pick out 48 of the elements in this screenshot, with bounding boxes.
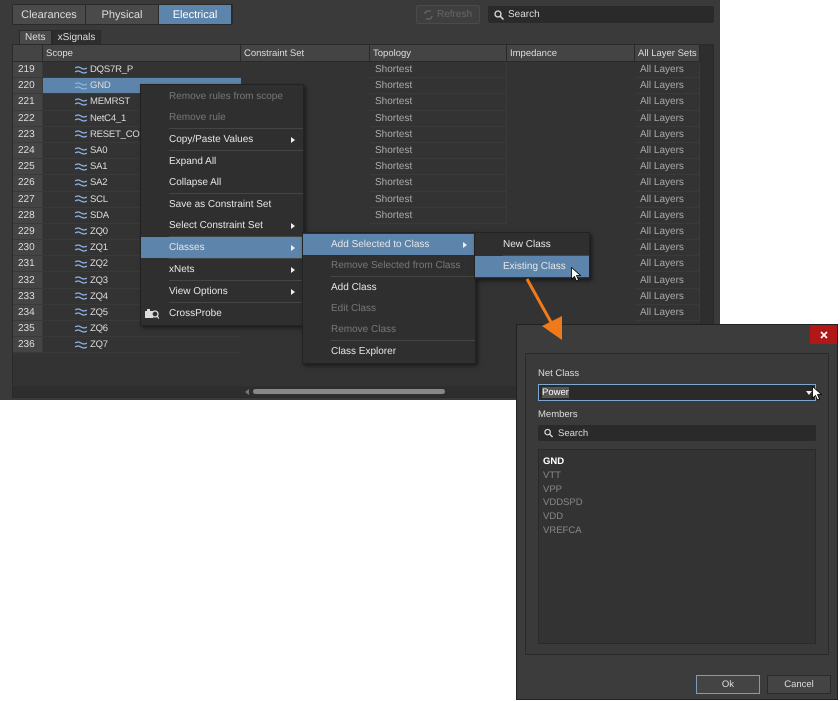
row-number: 224 — [13, 142, 43, 160]
net-name: SA0 — [90, 145, 108, 156]
net-name: ZQ6 — [90, 323, 108, 334]
net-name: SA1 — [90, 161, 108, 172]
net-name: SCL — [90, 194, 108, 205]
row-number: 227 — [13, 192, 43, 208]
row-number: 231 — [13, 256, 43, 272]
net-name: NetC4_1 — [90, 112, 126, 124]
net-name: ZQ4 — [90, 290, 108, 302]
row-number: 229 — [13, 224, 43, 240]
row-number: 222 — [13, 110, 43, 127]
net-name: ZQ0 — [90, 226, 108, 237]
row-number: 233 — [13, 288, 43, 305]
row-number: 228 — [13, 208, 43, 224]
row-number: 232 — [13, 272, 43, 289]
net-name: ZQ1 — [90, 242, 108, 254]
table-cell: Shortest — [370, 126, 507, 143]
row-number: 221 — [13, 94, 43, 111]
row-number: 236 — [13, 337, 43, 354]
field-label: Net Class — [538, 368, 580, 379]
net-name: ZQ3 — [90, 274, 108, 286]
row-number: 225 — [13, 159, 43, 176]
table-cell: Shortest — [370, 62, 507, 78]
net-name: SA2 — [90, 177, 108, 188]
net-name: ZQ2 — [90, 258, 108, 270]
table-cell: Shortest — [370, 94, 507, 111]
row-number: 220 — [13, 78, 43, 94]
field-label: Members — [538, 409, 579, 420]
table-cell: Shortest — [370, 159, 507, 176]
table-cell: Shortest — [370, 192, 507, 208]
row-number: 226 — [13, 175, 43, 192]
net-name: ZQ7 — [90, 339, 108, 350]
net-name: SDA — [90, 210, 109, 221]
row-number: 234 — [13, 304, 43, 321]
net-name: RESET_CO — [90, 128, 140, 140]
table-cell: Shortest — [370, 110, 507, 127]
row-number: 219 — [13, 62, 43, 78]
table-cell: Shortest — [370, 175, 507, 192]
net-name: MEMRST — [90, 96, 130, 108]
table-cell: Shortest — [370, 208, 507, 224]
table-cell: Shortest — [370, 142, 507, 160]
net-name: ZQ5 — [90, 306, 108, 318]
table-cell: Shortest — [370, 78, 507, 94]
row-number: 230 — [13, 240, 43, 256]
row-number: 223 — [13, 126, 43, 143]
row-number: 235 — [13, 321, 43, 338]
net-name: DQS7R_P — [90, 64, 133, 76]
net-name: GND — [90, 80, 111, 92]
